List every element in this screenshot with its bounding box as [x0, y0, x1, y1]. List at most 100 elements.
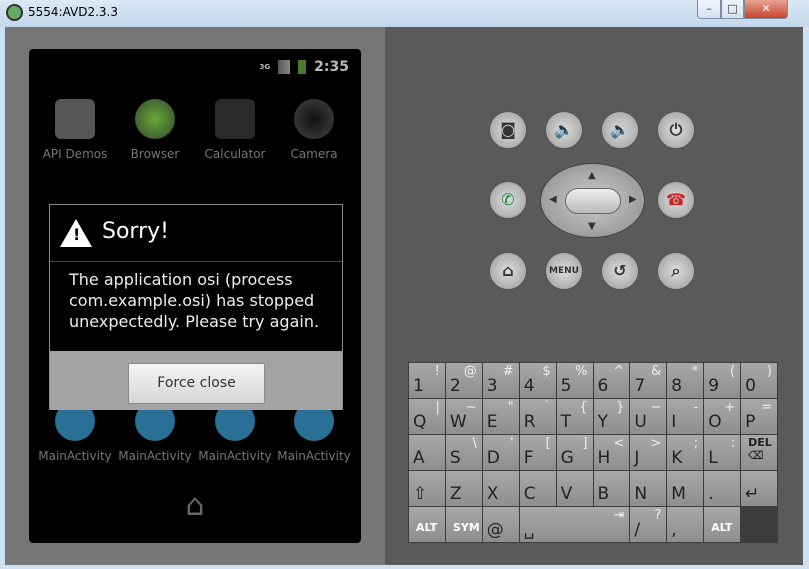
key-label: B — [597, 484, 610, 504]
key-alt-label: - — [693, 400, 699, 415]
key-j[interactable]: J > — [630, 435, 667, 470]
key-g[interactable]: G] — [556, 435, 593, 470]
dpad-down-icon[interactable]: ▼ — [588, 221, 596, 232]
key-c[interactable]: C — [519, 471, 556, 506]
key-t[interactable]: T{ — [556, 399, 593, 434]
divider — [50, 261, 342, 262]
app-mainactivity[interactable]: MainActivity — [274, 401, 354, 463]
key-label: E — [486, 412, 498, 432]
key-n[interactable]: N — [630, 471, 667, 506]
key-b[interactable]: B — [593, 471, 630, 506]
back-button[interactable]: ↺ — [601, 252, 639, 290]
signal-icon — [278, 60, 291, 74]
home-button[interactable]: ⌂ — [489, 252, 527, 290]
call-button[interactable]: ✆ — [489, 181, 527, 219]
key-v[interactable]: V — [556, 471, 593, 506]
key-1[interactable]: 1! — [409, 363, 445, 398]
key-l[interactable]: L: — [704, 435, 741, 470]
key-label: P — [745, 412, 756, 432]
dialog-button-bar: Force close — [50, 351, 342, 410]
key-alt-label: ' — [510, 436, 514, 451]
key-[interactable]: , — [667, 507, 704, 542]
key-label: ⇧ — [413, 484, 428, 504]
close-button[interactable]: ✕ — [744, 0, 788, 19]
key-7[interactable]: 7 & — [630, 363, 667, 398]
app-label: Browser — [130, 147, 180, 161]
key-[interactable]: ↵ — [741, 471, 777, 506]
key-label: Q — [413, 412, 427, 432]
maximize-button[interactable]: □ — [721, 0, 744, 19]
power-button[interactable]: ⏻ — [657, 111, 695, 149]
search-button[interactable]: ⌕ — [657, 252, 695, 290]
key-x[interactable]: X — [482, 471, 519, 506]
app-label: MainActivity — [118, 449, 192, 463]
key-[interactable]: ␣ ⇥ — [519, 507, 630, 542]
key-label: ALT — [711, 521, 733, 534]
end-call-button[interactable]: ☎ — [657, 181, 695, 219]
dpad-center-button[interactable] — [565, 188, 621, 214]
volume-down-button[interactable]: 🔈 — [545, 111, 583, 149]
key-z[interactable]: Z — [445, 471, 482, 506]
key-alt-label: ⇥ — [613, 508, 625, 523]
key-0[interactable]: 0) — [741, 363, 777, 398]
key-[interactable]: /? — [630, 507, 667, 542]
dpad[interactable]: ▲ ▼ ◀ ▶ — [540, 163, 645, 238]
camera-button[interactable]: ◙ — [489, 111, 527, 149]
dpad-right-icon[interactable]: ▶ — [629, 194, 637, 205]
dialog-message: The application osi (process com.example… — [69, 270, 320, 331]
key-w[interactable]: W ~ — [445, 399, 482, 434]
key-8[interactable]: 8 * — [667, 363, 704, 398]
dpad-left-icon[interactable]: ◀ — [549, 194, 557, 205]
volume-up-button[interactable]: 🔊 — [601, 111, 639, 149]
key-e[interactable]: E " — [482, 399, 519, 434]
key-alt-label: : — [730, 436, 736, 451]
app-mainactivity[interactable]: MainActivity — [115, 401, 195, 463]
key-m[interactable]: M — [667, 471, 704, 506]
key-o[interactable]: O + — [704, 399, 741, 434]
key-[interactable]: @ — [482, 507, 519, 542]
key-2[interactable]: 2 @ — [445, 363, 482, 398]
key-r[interactable]: R ` — [519, 399, 556, 434]
key-[interactable]: ⇧ — [409, 471, 445, 506]
app-camera[interactable]: Camera — [274, 99, 354, 161]
key-alt[interactable]: ALT — [704, 507, 741, 542]
key-label: 4 — [523, 376, 535, 396]
key-3[interactable]: 3 # — [482, 363, 519, 398]
key-p[interactable]: P = — [741, 399, 777, 434]
key-alt[interactable]: ALT — [409, 507, 445, 542]
key-h[interactable]: H < — [593, 435, 630, 470]
key-alt-label: % — [575, 364, 588, 379]
force-close-button[interactable]: Force close — [128, 363, 265, 404]
key-[interactable]: . — [704, 471, 741, 506]
key-y[interactable]: Y} — [593, 399, 630, 434]
key-6[interactable]: 6 ^ — [593, 363, 630, 398]
key-label: U — [634, 412, 647, 432]
key-k[interactable]: K; — [667, 435, 704, 470]
key-alt-label: ^ — [613, 364, 625, 379]
key-5[interactable]: 5% — [556, 363, 593, 398]
key-del[interactable]: DEL ⌫ — [741, 435, 777, 470]
key-label: 2 — [449, 376, 461, 396]
key-s[interactable]: S \ — [445, 435, 482, 470]
key-sym[interactable]: SYM — [445, 507, 482, 542]
key-4[interactable]: 4 $ — [519, 363, 556, 398]
key-a[interactable]: A — [409, 435, 445, 470]
app-mainactivity[interactable]: MainActivity — [35, 401, 115, 463]
key-f[interactable]: F[ — [519, 435, 556, 470]
menu-button[interactable]: MENU — [545, 252, 583, 290]
app-mainactivity[interactable]: MainActivity — [195, 401, 275, 463]
key-d[interactable]: D ' — [482, 435, 519, 470]
home-launcher-icon[interactable]: ⌂ — [177, 491, 213, 521]
minimize-button[interactable]: – — [697, 0, 721, 19]
key-9[interactable]: 9( — [704, 363, 741, 398]
app-browser[interactable]: Browser — [115, 99, 195, 161]
app-calculator[interactable]: Calculator — [195, 99, 275, 161]
app-api-demos[interactable]: API Demos — [35, 99, 115, 161]
key-label: L — [708, 448, 718, 468]
dpad-up-icon[interactable]: ▲ — [588, 170, 596, 181]
key-i[interactable]: I- — [667, 399, 704, 434]
network-3g-icon: 3G — [259, 63, 271, 71]
key-label: 6 — [597, 376, 609, 396]
key-q[interactable]: Q | — [409, 399, 445, 434]
key-u[interactable]: U − — [630, 399, 667, 434]
